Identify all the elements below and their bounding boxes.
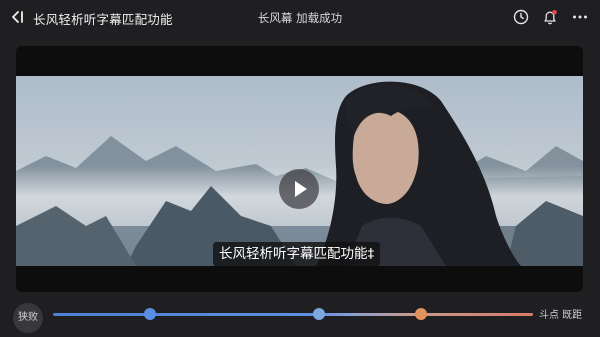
- timeline-marker[interactable]: [313, 308, 325, 320]
- clock-icon[interactable]: [512, 8, 530, 26]
- subtitle-caption: 长风轻析听字幕匹配功能‡: [213, 242, 381, 266]
- notification-bell-icon[interactable]: [541, 8, 559, 26]
- status-text: 长风幕 加载成功: [257, 11, 343, 25]
- play-icon: [295, 181, 307, 197]
- play-button[interactable]: [279, 169, 319, 209]
- timeline-end-label: 斗点 既距: [539, 310, 583, 321]
- top-bar: 长风轻析听字幕匹配功能 长风幕 加载成功: [0, 0, 600, 34]
- timeline-track[interactable]: [53, 313, 533, 316]
- bottom-controls: 狭败: [0, 296, 600, 337]
- timeline-marker[interactable]: [415, 308, 427, 320]
- video-player[interactable]: 长风轻析听字幕匹配功能‡: [16, 46, 583, 292]
- more-dots-icon[interactable]: [571, 8, 589, 26]
- switch-button[interactable]: 狭败: [13, 303, 43, 333]
- timeline-marker[interactable]: [144, 308, 156, 320]
